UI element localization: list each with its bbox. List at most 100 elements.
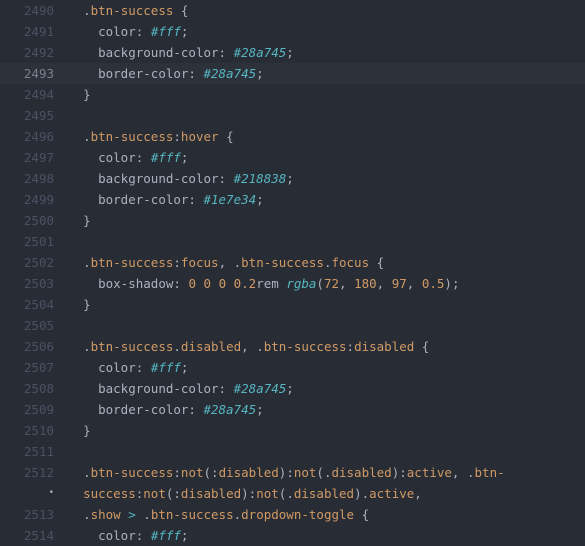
line-number: 2509 xyxy=(0,399,68,420)
token: : xyxy=(219,171,234,186)
code-content[interactable]: } xyxy=(68,210,91,231)
code-content[interactable]: } xyxy=(68,84,91,105)
code-content[interactable]: border-color: #1e7e34; xyxy=(68,189,264,210)
token: ) xyxy=(354,486,362,501)
token: focus xyxy=(331,255,369,270)
code-line[interactable]: 2509 border-color: #28a745; xyxy=(0,399,585,420)
line-number: 2501 xyxy=(0,231,68,252)
token: hover xyxy=(181,129,219,144)
line-number: 2495 xyxy=(0,105,68,126)
code-content[interactable]: color: #fff; xyxy=(68,357,188,378)
code-line[interactable]: 2505 xyxy=(0,315,585,336)
code-line[interactable]: 2510 } xyxy=(0,420,585,441)
code-line[interactable]: 2495 xyxy=(0,105,585,126)
code-line[interactable]: 2493 border-color: #28a745; xyxy=(0,63,585,84)
code-content[interactable]: background-color: #28a745; xyxy=(68,42,294,63)
token: . xyxy=(83,129,91,144)
token: : xyxy=(136,150,151,165)
code-content[interactable]: box-shadow: 0 0 0 0.2rem rgba(72, 180, 9… xyxy=(68,273,459,294)
code-content[interactable]: success:not(:disabled):not(.disabled).ac… xyxy=(68,483,422,504)
line-number: 2490 xyxy=(0,0,68,21)
code-content[interactable]: .btn-success.disabled, .btn-success:disa… xyxy=(68,336,429,357)
code-line[interactable]: 2503 box-shadow: 0 0 0 0.2rem rgba(72, 1… xyxy=(0,273,585,294)
line-number: 2493 xyxy=(0,63,68,84)
token: : xyxy=(347,339,355,354)
token: color xyxy=(98,528,136,543)
code-content[interactable]: } xyxy=(68,420,91,441)
code-line[interactable]: 2499 border-color: #1e7e34; xyxy=(0,189,585,210)
token: disabled xyxy=(219,465,279,480)
code-content[interactable]: background-color: #28a745; xyxy=(68,378,294,399)
code-content[interactable]: border-color: #28a745; xyxy=(68,63,264,84)
token: border-color xyxy=(98,192,188,207)
code-content[interactable]: } xyxy=(68,294,91,315)
token: . xyxy=(467,465,475,480)
token: ; xyxy=(256,66,264,81)
token: btn-success xyxy=(91,3,174,18)
token: : xyxy=(399,465,407,480)
token: not xyxy=(143,486,166,501)
code-content[interactable]: color: #fff; xyxy=(68,147,188,168)
token: { xyxy=(219,129,234,144)
token: active xyxy=(407,465,452,480)
code-line[interactable]: • success:not(:disabled):not(.disabled).… xyxy=(0,483,585,504)
code-content[interactable]: background-color: #218838; xyxy=(68,168,294,189)
code-content[interactable]: color: #fff; xyxy=(68,525,188,546)
code-content[interactable]: .btn-success:hover { xyxy=(68,126,234,147)
code-content[interactable]: .btn-success { xyxy=(68,0,188,21)
token: border-color xyxy=(98,66,188,81)
code-line[interactable]: 2513 .show > .btn-success.dropdown-toggl… xyxy=(0,504,585,525)
code-content[interactable]: .show > .btn-success.dropdown-toggle { xyxy=(68,504,369,525)
code-content[interactable]: border-color: #28a745; xyxy=(68,399,264,420)
code-line[interactable]: 2501 xyxy=(0,231,585,252)
code-line[interactable]: 2498 background-color: #218838; xyxy=(0,168,585,189)
token: , xyxy=(339,276,354,291)
code-content[interactable]: color: #fff; xyxy=(68,21,188,42)
line-number: 2503 xyxy=(0,273,68,294)
token: background-color xyxy=(98,45,218,60)
code-content[interactable]: .btn-success:focus, .btn-success.focus { xyxy=(68,252,384,273)
code-line[interactable]: 2496 .btn-success:hover { xyxy=(0,126,585,147)
code-line[interactable]: 2504 } xyxy=(0,294,585,315)
code-line[interactable]: 2508 background-color: #28a745; xyxy=(0,378,585,399)
code-line[interactable]: 2512 .btn-success:not(:disabled):not(.di… xyxy=(0,462,585,483)
code-line[interactable]: 2511 xyxy=(0,441,585,462)
code-content[interactable]: .btn-success:not(:disabled):not(.disable… xyxy=(68,462,505,483)
token: btn-success xyxy=(91,465,174,480)
code-line[interactable]: 2492 background-color: #28a745; xyxy=(0,42,585,63)
token: : xyxy=(188,402,203,417)
token xyxy=(211,276,219,291)
code-line[interactable]: 2500 } xyxy=(0,210,585,231)
code-line[interactable]: 2507 color: #fff; xyxy=(0,357,585,378)
token: btn-success xyxy=(91,255,174,270)
code-line[interactable]: 2490 .btn-success { xyxy=(0,0,585,21)
token: ; xyxy=(181,150,189,165)
token: rem xyxy=(256,276,286,291)
code-line[interactable]: 2514 color: #fff; xyxy=(0,525,585,546)
code-line[interactable]: 2506 .btn-success.disabled, .btn-success… xyxy=(0,336,585,357)
token: . xyxy=(286,486,294,501)
code-line[interactable]: 2497 color: #fff; xyxy=(0,147,585,168)
token: : xyxy=(188,66,203,81)
token: . xyxy=(256,339,264,354)
code-editor[interactable]: 2490 .btn-success {2491 color: #fff;2492… xyxy=(0,0,585,546)
token: ( xyxy=(204,465,212,480)
line-number: 2511 xyxy=(0,441,68,462)
token: : xyxy=(136,528,151,543)
token: disabled xyxy=(331,465,391,480)
token: . xyxy=(83,507,91,522)
token: . xyxy=(83,339,91,354)
line-number: 2505 xyxy=(0,315,68,336)
line-number: 2492 xyxy=(0,42,68,63)
line-number: 2499 xyxy=(0,189,68,210)
token: . xyxy=(362,486,370,501)
token: success xyxy=(83,486,136,501)
token: btn-success xyxy=(91,339,174,354)
code-line[interactable]: 2494 } xyxy=(0,84,585,105)
code-line[interactable]: 2502 .btn-success:focus, .btn-success.fo… xyxy=(0,252,585,273)
token: not xyxy=(181,465,204,480)
token: . xyxy=(83,255,91,270)
token: , xyxy=(407,276,422,291)
token: . xyxy=(83,3,91,18)
code-line[interactable]: 2491 color: #fff; xyxy=(0,21,585,42)
